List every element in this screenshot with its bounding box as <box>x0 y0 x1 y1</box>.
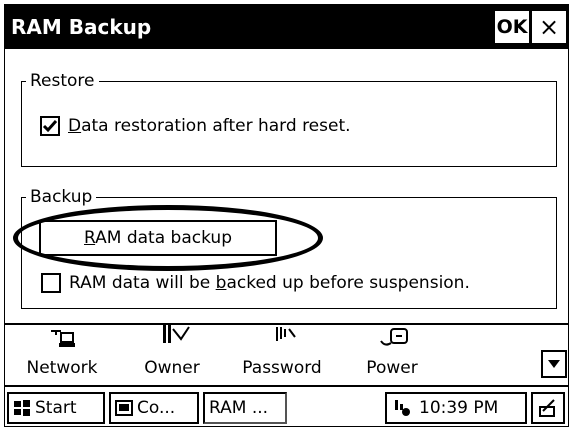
start-button[interactable]: Start <box>7 392 105 424</box>
window-title: RAM Backup <box>11 15 152 39</box>
windows-flag-icon <box>14 400 30 416</box>
taskbar: Start Co... RAM ... 10:39 PM <box>5 385 568 426</box>
ok-button[interactable]: OK <box>495 11 529 43</box>
scroll-down-icon <box>548 360 560 368</box>
data-restoration-checkbox-row[interactable]: Data restoration after hard reset. <box>40 116 351 136</box>
system-tray[interactable]: 10:39 PM <box>385 392 527 424</box>
network-tray-icon <box>395 400 410 416</box>
backup-before-suspension-row[interactable]: RAM data will be backed up before suspen… <box>41 273 470 293</box>
data-restoration-checkbox[interactable] <box>40 116 60 136</box>
ram-data-backup-button[interactable]: RAM data backup <box>39 220 277 256</box>
close-button[interactable]: × <box>532 11 566 43</box>
ram-backup-window: RAM Backup OK × Restore Data restoration… <box>4 4 569 427</box>
cp-item-label: Owner <box>144 358 200 378</box>
cp-item-label: Power <box>366 358 418 378</box>
network-icon <box>51 330 75 347</box>
owner-icon <box>163 325 190 343</box>
input-panel-icon <box>539 399 555 417</box>
power-icon <box>380 328 408 346</box>
checkmark-icon <box>42 120 58 133</box>
password-icon <box>276 327 296 341</box>
cp-item-label: Network <box>26 358 98 378</box>
task-control-panel[interactable]: Co... <box>109 392 199 424</box>
ram-data-backup-label: RAM data backup <box>84 228 232 248</box>
backup-before-suspension-checkbox[interactable] <box>41 273 61 293</box>
clock: 10:39 PM <box>419 398 499 418</box>
cp-item-owner[interactable]: Owner <box>117 325 227 385</box>
backup-group-label: Backup <box>26 187 97 207</box>
task-label: RAM ... <box>209 398 269 418</box>
scroll-down-button[interactable] <box>541 350 567 378</box>
restore-group-label: Restore <box>26 71 99 91</box>
restore-group: Restore Data restoration after hard rese… <box>21 71 557 167</box>
backup-before-suspension-label: RAM data will be backed up before suspen… <box>69 273 470 293</box>
data-restoration-label: Data restoration after hard reset. <box>68 116 351 136</box>
start-label: Start <box>35 398 77 418</box>
task-ram-backup[interactable]: RAM ... <box>203 392 287 424</box>
cp-item-power[interactable]: Power <box>337 325 447 385</box>
input-panel-button[interactable] <box>531 392 565 424</box>
cp-item-network[interactable]: Network <box>7 325 117 385</box>
task-label: Co... <box>137 398 176 418</box>
control-panel-strip: Network Owner Password Power <box>5 325 568 385</box>
cp-item-password[interactable]: Password <box>227 325 337 385</box>
cp-item-label: Password <box>242 358 322 378</box>
title-bar: RAM Backup OK × <box>5 5 568 49</box>
control-panel-icon <box>115 400 133 416</box>
